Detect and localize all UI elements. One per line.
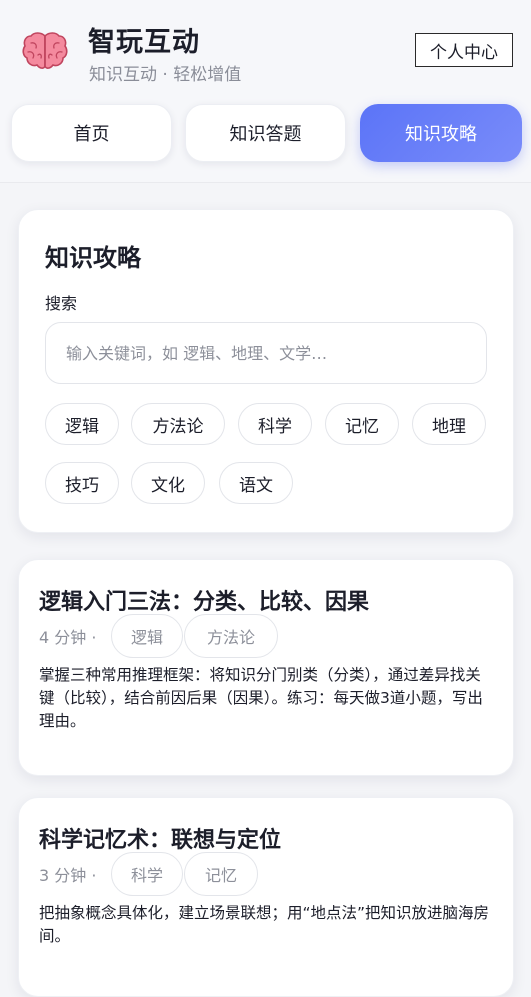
article-summary: 把抽象概念具体化，建立场景联想；用“地点法”把知识放进脑海房间。 xyxy=(39,904,490,945)
brain-icon xyxy=(22,32,68,69)
category-chip-logic[interactable]: 逻辑 xyxy=(45,403,119,445)
category-chip-science[interactable]: 科学 xyxy=(238,403,312,445)
article-title: 科学记忆术：联想与定位 xyxy=(39,828,282,853)
app-title: 智玩互动 xyxy=(88,27,200,58)
app-subtitle: 知识互动 · 轻松增值 xyxy=(89,65,242,85)
search-input[interactable] xyxy=(45,322,487,384)
search-card: 知识攻略 搜索 逻辑 方法论 科学 记忆 地理 技巧 文化 语文 xyxy=(18,209,514,533)
article-tag[interactable]: 逻辑 xyxy=(111,614,183,658)
article-duration: 3 分钟 · xyxy=(39,866,97,885)
tab-quiz[interactable]: 知识答题 xyxy=(185,104,346,162)
article-card[interactable]: 科学记忆术：联想与定位 3 分钟 · 科学 记忆 把抽象概念具体化，建立场景联想… xyxy=(18,797,514,997)
app-header: 智玩互动 知识互动 · 轻松增值 个人中心 首页 知识答题 知识攻略 xyxy=(0,0,531,183)
section-title: 知识攻略 xyxy=(45,244,141,272)
article-tag[interactable]: 方法论 xyxy=(184,614,278,658)
article-tag[interactable]: 科学 xyxy=(111,852,183,896)
tab-guide[interactable]: 知识攻略 xyxy=(360,104,522,162)
tab-home[interactable]: 首页 xyxy=(11,104,172,162)
article-title: 逻辑入门三法：分类、比较、因果 xyxy=(39,590,370,615)
category-chip-methodology[interactable]: 方法论 xyxy=(131,403,225,445)
search-label: 搜索 xyxy=(45,294,78,313)
profile-button[interactable]: 个人中心 xyxy=(415,33,513,67)
article-summary: 掌握三种常用推理框架：将知识分门别类（分类），通过差异找关键（比较），结合前因后… xyxy=(39,666,483,730)
category-chip-geography[interactable]: 地理 xyxy=(412,403,486,445)
article-card[interactable]: 逻辑入门三法：分类、比较、因果 4 分钟 · 逻辑 方法论 掌握三种常用推理框架… xyxy=(18,559,514,776)
article-duration: 4 分钟 · xyxy=(39,628,97,647)
category-chip-skills[interactable]: 技巧 xyxy=(45,462,119,504)
category-chip-memory[interactable]: 记忆 xyxy=(325,403,399,445)
category-chip-chinese[interactable]: 语文 xyxy=(219,462,293,504)
category-chip-culture[interactable]: 文化 xyxy=(131,462,205,504)
article-tag[interactable]: 记忆 xyxy=(184,852,258,896)
